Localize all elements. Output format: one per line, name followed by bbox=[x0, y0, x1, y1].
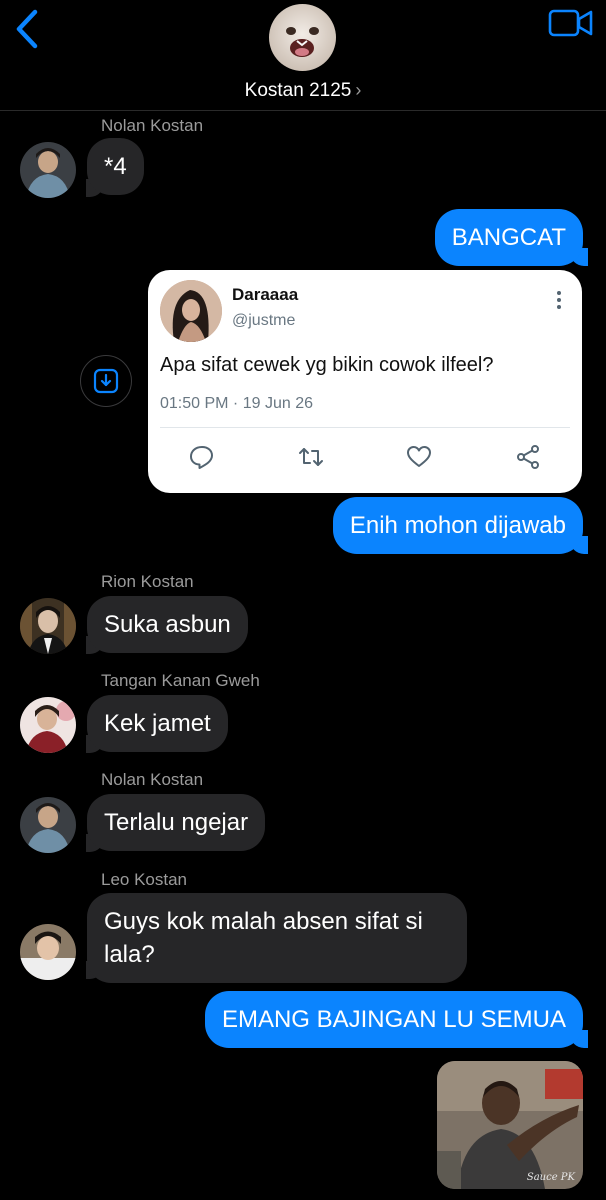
avatar[interactable] bbox=[20, 142, 76, 198]
tweet-text: Apa sifat cewek yg bikin cowok ilfeel? bbox=[160, 354, 494, 376]
image-watermark: Sauce PK bbox=[526, 1172, 575, 1183]
tweet-avatar bbox=[160, 280, 222, 342]
message-bubble[interactable]: Terlalu ngejar bbox=[87, 794, 266, 851]
video-camera-icon bbox=[548, 9, 593, 37]
group-avatar[interactable] bbox=[269, 4, 336, 71]
group-name[interactable]: Kostan 2125 › bbox=[0, 80, 606, 102]
message-bubble[interactable]: Kek jamet bbox=[87, 695, 228, 752]
avatar[interactable] bbox=[20, 697, 76, 753]
tweet-author-handle: @justme bbox=[232, 312, 296, 329]
message-bubble[interactable]: EMANG BAJINGAN LU SEMUA bbox=[204, 991, 583, 1048]
sender-name: Tangan Kanan Gweh bbox=[101, 671, 260, 690]
retweet-icon[interactable] bbox=[298, 444, 324, 470]
reply-icon[interactable] bbox=[189, 444, 215, 470]
sender-name: Nolan Kostan bbox=[101, 116, 204, 135]
message-bubble[interactable]: BANGCAT bbox=[434, 209, 583, 266]
avatar[interactable] bbox=[20, 598, 76, 654]
image-message[interactable]: Sauce PK bbox=[437, 1061, 583, 1189]
sender-name: Leo Kostan bbox=[101, 870, 188, 889]
tweet-timestamp: 01:50 PM · 19 Jun 26 bbox=[160, 395, 313, 412]
divider bbox=[160, 427, 570, 428]
message-line: lala? bbox=[104, 941, 155, 968]
share-icon[interactable] bbox=[515, 444, 541, 470]
sender-name: Nolan Kostan bbox=[101, 770, 204, 789]
chat-header: Kostan 2125 › bbox=[0, 0, 606, 111]
message-bubble[interactable]: Guys kok malah absen sifat si lala? bbox=[87, 893, 467, 983]
video-call-button[interactable] bbox=[548, 8, 594, 38]
more-options-icon[interactable] bbox=[556, 290, 562, 310]
group-title: Kostan 2125 bbox=[244, 80, 352, 101]
back-button[interactable] bbox=[10, 6, 44, 52]
download-icon bbox=[93, 368, 119, 394]
chevron-right-icon: › bbox=[355, 80, 362, 100]
save-to-files-button[interactable] bbox=[80, 355, 132, 407]
avatar[interactable] bbox=[20, 924, 76, 980]
sender-name: Rion Kostan bbox=[101, 572, 194, 591]
message-bubble[interactable]: Suka asbun bbox=[87, 596, 248, 653]
tweet-card[interactable]: Daraaaa @justme Apa sifat cewek yg bikin… bbox=[148, 270, 582, 493]
avatar[interactable] bbox=[20, 797, 76, 853]
message-bubble[interactable]: Enih mohon dijawab bbox=[332, 497, 583, 554]
like-icon[interactable] bbox=[406, 444, 432, 470]
chevron-left-icon bbox=[16, 9, 38, 49]
tweet-author-name: Daraaaa bbox=[232, 285, 299, 304]
message-bubble[interactable]: *4 bbox=[87, 138, 144, 195]
message-line: Guys kok malah absen sifat si bbox=[104, 908, 423, 935]
